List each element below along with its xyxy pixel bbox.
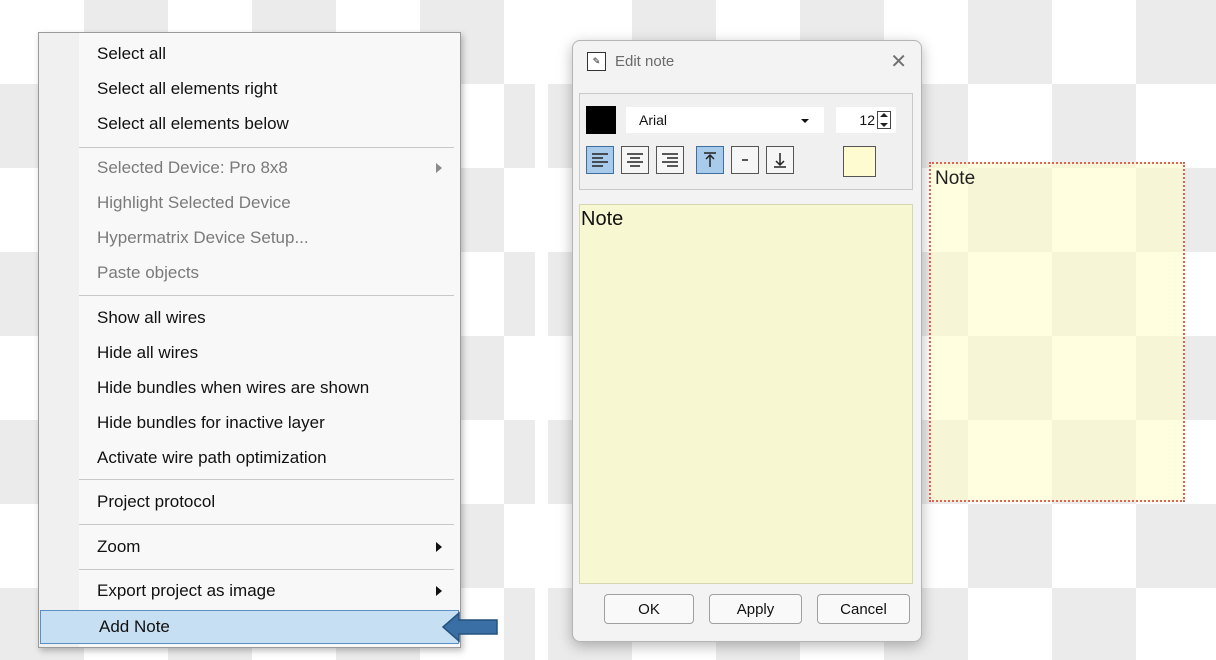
format-toolbar: Arial 12	[579, 93, 913, 190]
menu-item-select-all-right[interactable]: Select all elements right	[39, 72, 460, 106]
align-bottom-icon	[774, 153, 786, 168]
menu-item-activate-wire-path-optimization[interactable]: Activate wire path optimization	[39, 441, 460, 475]
align-right-button[interactable]	[656, 146, 684, 174]
menu-item-selected-device[interactable]: Selected Device: Pro 8x8	[39, 151, 460, 185]
menu-item-hide-all-wires[interactable]: Hide all wires	[39, 336, 460, 370]
menu-separator	[79, 524, 454, 525]
menu-item-label: Add Note	[99, 617, 170, 636]
menu-item-add-note[interactable]: Add Note	[40, 610, 459, 644]
pointer-arrow-icon	[441, 611, 498, 643]
menu-item-label: Export project as image	[97, 581, 276, 600]
valign-top-button[interactable]	[696, 146, 724, 174]
align-middle-icon	[742, 159, 748, 161]
menu-item-highlight-selected-device[interactable]: Highlight Selected Device	[39, 186, 460, 220]
font-family-dropdown[interactable]: Arial	[626, 107, 824, 133]
spinner-arrows-icon[interactable]	[877, 111, 891, 129]
menu-item-label: Hide bundles when wires are shown	[97, 378, 370, 397]
menu-item-label: Highlight Selected Device	[97, 193, 291, 212]
menu-separator	[79, 295, 454, 296]
note-text-value: Note	[581, 208, 624, 230]
menu-item-label: Select all elements right	[97, 79, 278, 98]
menu-item-select-all[interactable]: Select all	[39, 37, 460, 71]
menu-item-export-project-as-image[interactable]: Export project as image	[39, 574, 460, 608]
font-size-value: 12	[859, 112, 875, 128]
cancel-button[interactable]: Cancel	[817, 594, 910, 624]
submenu-arrow-icon	[436, 163, 442, 173]
note-on-canvas[interactable]: Note	[929, 162, 1185, 502]
menu-item-label: Paste objects	[97, 263, 200, 282]
align-left-button[interactable]	[586, 146, 614, 174]
menu-item-label: Select all elements below	[97, 114, 289, 133]
menu-item-label: Select all	[97, 44, 166, 63]
menu-item-label: Activate wire path optimization	[97, 448, 327, 467]
canvas-right-panel: ✎ Edit note ✕ Arial 12 Note OK Apply Can…	[548, 0, 1216, 660]
menu-item-show-all-wires[interactable]: Show all wires	[39, 301, 460, 335]
context-menu: Select all Select all elements right Sel…	[38, 32, 461, 648]
menu-item-label: Hide bundles for inactive layer	[97, 413, 325, 432]
align-left-icon	[592, 153, 608, 167]
background-color-swatch[interactable]	[843, 146, 876, 177]
canvas-left-panel: Select all Select all elements right Sel…	[0, 0, 535, 660]
menu-item-zoom[interactable]: Zoom	[39, 530, 460, 564]
menu-item-label: Hypermatrix Device Setup...	[97, 228, 309, 247]
font-size-spinner[interactable]: 12	[836, 107, 896, 133]
align-center-button[interactable]	[621, 146, 649, 174]
align-center-icon	[627, 153, 643, 167]
submenu-arrow-icon	[436, 542, 442, 552]
note-canvas-text: Note	[935, 168, 976, 189]
menu-item-label: Zoom	[97, 537, 141, 556]
menu-item-label: Show all wires	[97, 308, 206, 327]
text-color-swatch[interactable]	[586, 106, 616, 134]
menu-item-hide-bundles-inactive-layer[interactable]: Hide bundles for inactive layer	[39, 406, 460, 440]
valign-bottom-button[interactable]	[766, 146, 794, 174]
submenu-arrow-icon	[436, 586, 442, 596]
menu-separator	[79, 479, 454, 480]
edit-note-app-icon: ✎	[587, 52, 606, 71]
menu-separator	[79, 569, 454, 570]
chevron-down-icon	[801, 119, 809, 123]
note-text-area[interactable]: Note	[579, 204, 913, 584]
menu-item-project-protocol[interactable]: Project protocol	[39, 485, 460, 519]
valign-middle-button[interactable]	[731, 146, 759, 174]
menu-item-label: Project protocol	[97, 492, 216, 511]
ok-button[interactable]: OK	[604, 594, 694, 624]
dialog-title: Edit note	[615, 53, 675, 70]
close-icon[interactable]: ✕	[890, 49, 907, 74]
menu-item-label: Selected Device: Pro 8x8	[97, 158, 288, 177]
menu-item-select-all-below[interactable]: Select all elements below	[39, 107, 460, 141]
edit-note-dialog: ✎ Edit note ✕ Arial 12 Note OK Apply Can…	[572, 40, 922, 642]
align-right-icon	[662, 153, 678, 167]
menu-item-hide-bundles-when-wires-shown[interactable]: Hide bundles when wires are shown	[39, 371, 460, 405]
align-top-icon	[704, 152, 716, 167]
menu-item-paste-objects[interactable]: Paste objects	[39, 256, 460, 290]
menu-item-label: Hide all wires	[97, 343, 199, 362]
menu-item-hypermatrix-device-setup[interactable]: Hypermatrix Device Setup...	[39, 221, 460, 255]
font-family-value: Arial	[639, 112, 668, 128]
menu-separator	[79, 147, 454, 148]
apply-button[interactable]: Apply	[709, 594, 802, 624]
